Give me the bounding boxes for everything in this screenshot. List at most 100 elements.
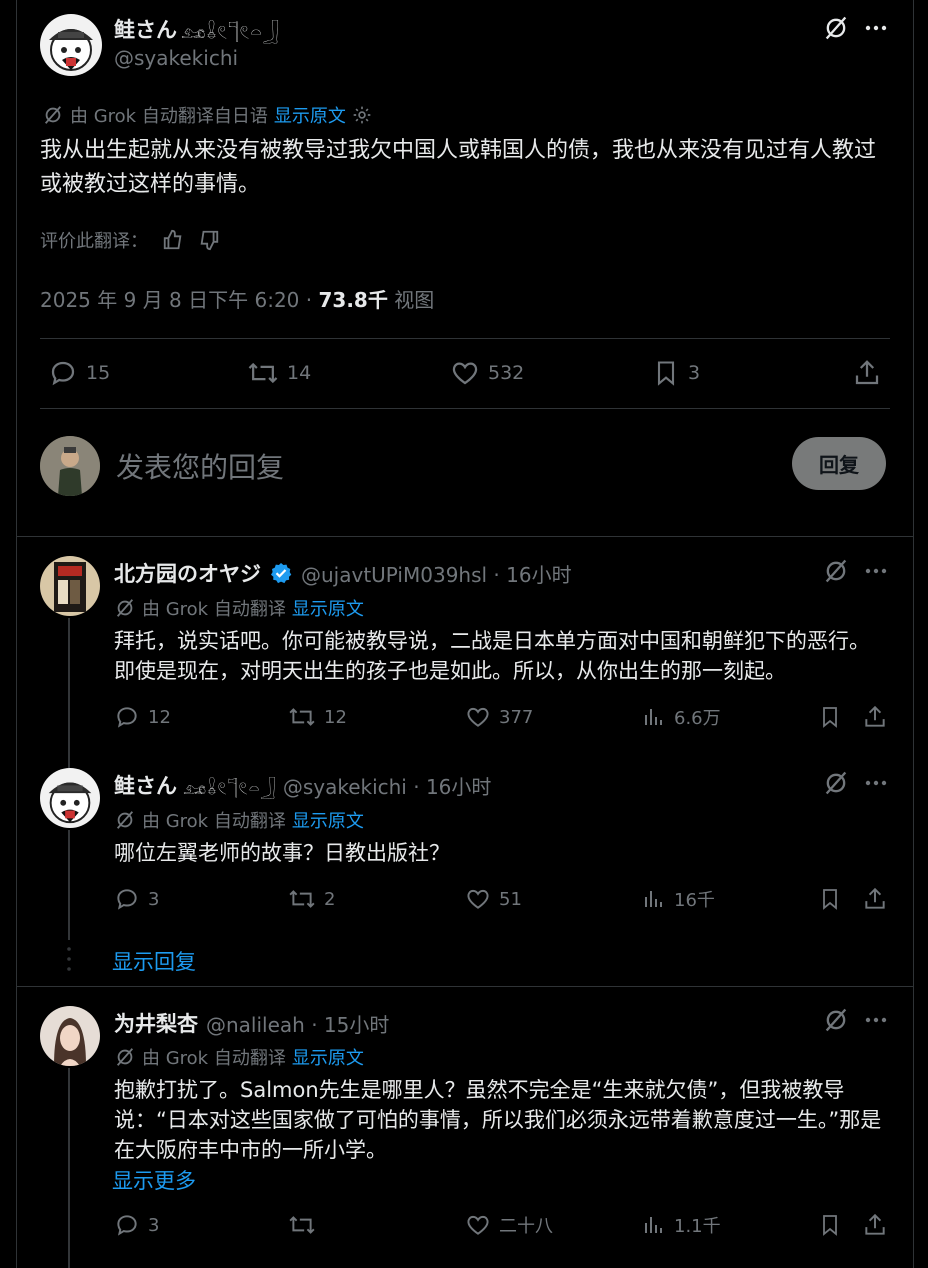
- show-replies-link[interactable]: 显示回复: [112, 946, 196, 976]
- translated-note: 由 Grok 自动翻译自日语: [70, 106, 268, 127]
- thread-line: [68, 1068, 70, 1268]
- heart-icon: [452, 362, 478, 385]
- show-original-link[interactable]: 显示原文: [274, 102, 346, 128]
- thumbs-up-icon[interactable]: [162, 229, 184, 251]
- bookmark-icon: [823, 1215, 837, 1236]
- divider: [16, 986, 914, 987]
- like-count: 二十八: [499, 1216, 553, 1237]
- reply-count: 15: [86, 362, 111, 384]
- show-original-link[interactable]: 显示原文: [292, 1044, 364, 1070]
- reply-text: 哪位左翼老师的故事？日教出版社？: [114, 841, 450, 865]
- view-count: 1.1千: [674, 1216, 721, 1237]
- retweet-button[interactable]: [288, 1212, 324, 1238]
- bookmark-icon: [657, 361, 675, 386]
- like-count: 377: [499, 706, 534, 728]
- share-button[interactable]: [852, 358, 882, 388]
- reply-button[interactable]: 3: [114, 1212, 159, 1238]
- like-button[interactable]: 51: [465, 886, 522, 912]
- share-button[interactable]: [862, 1212, 888, 1238]
- more-icon[interactable]: [864, 1010, 888, 1030]
- share-icon: [865, 887, 885, 909]
- retweet-button[interactable]: 14: [247, 358, 311, 388]
- reply-button[interactable]: 12: [114, 704, 171, 730]
- reply-icon: [117, 1215, 137, 1236]
- author-name-glyphs: 𓃭𓏇𓏲𓊹𓏲𓏏𓃀: [183, 778, 277, 799]
- more-icon[interactable]: [864, 18, 888, 38]
- thread-line: [68, 618, 70, 768]
- reply-input[interactable]: 发表您的回复: [116, 446, 284, 486]
- views-button[interactable]: 1.1千: [642, 1212, 721, 1238]
- bookmark-button[interactable]: 3: [652, 358, 700, 388]
- retweet-button[interactable]: 2: [288, 886, 335, 912]
- grok-icon[interactable]: [822, 557, 850, 585]
- like-button[interactable]: 二十八: [465, 1212, 553, 1238]
- reply-icon: [51, 361, 75, 386]
- gear-icon[interactable]: [352, 105, 372, 125]
- analytics-icon: [645, 709, 662, 725]
- bookmark-button[interactable]: [818, 1212, 842, 1238]
- avatar[interactable]: [40, 556, 100, 616]
- retweet-count: 2: [324, 888, 336, 910]
- show-original-link[interactable]: 显示原文: [292, 807, 364, 833]
- author-handle[interactable]: @syakekichi: [114, 46, 238, 70]
- grok-translate-icon: [116, 811, 134, 829]
- share-icon: [865, 1213, 885, 1235]
- share-button[interactable]: [862, 886, 888, 912]
- reply-text: 拜托，说实话吧。你可能被教导说，二战是日本单方面对中国和朝鲜犯下的恶行。即使是现…: [114, 629, 870, 683]
- views-button[interactable]: 6.6万: [642, 704, 721, 730]
- like-count: 51: [499, 888, 522, 910]
- analytics-icon: [645, 1217, 662, 1233]
- author-handle[interactable]: @ujavtUPiM039hsl · 16小时: [301, 559, 572, 588]
- my-avatar[interactable]: [40, 436, 100, 496]
- reply-submit-label: 回复: [819, 453, 859, 477]
- bookmark-count: 3: [688, 362, 701, 384]
- show-more-link[interactable]: 显示更多: [112, 1165, 196, 1195]
- show-original-link[interactable]: 显示原文: [292, 595, 364, 621]
- avatar[interactable]: [40, 1006, 100, 1066]
- thread-line: [68, 830, 70, 940]
- grok-translate-icon: [116, 1048, 134, 1066]
- views-button[interactable]: 16千: [642, 886, 715, 912]
- avatar[interactable]: [40, 14, 102, 76]
- bookmark-button[interactable]: [818, 886, 842, 912]
- thumbs-down-icon[interactable]: [198, 229, 220, 251]
- grok-translate-icon: [116, 599, 134, 617]
- retweet-button[interactable]: 12: [288, 704, 347, 730]
- retweet-count: 12: [324, 706, 347, 728]
- retweet-icon: [289, 708, 315, 726]
- retweet-icon: [289, 890, 315, 908]
- like-button[interactable]: 377: [465, 704, 533, 730]
- avatar[interactable]: [40, 768, 100, 828]
- grok-icon[interactable]: [822, 1006, 850, 1034]
- more-icon[interactable]: [864, 773, 888, 793]
- thread-dots: [67, 946, 71, 976]
- reply-button[interactable]: 15: [48, 358, 110, 388]
- divider: [16, 536, 914, 537]
- retweet-count: 14: [287, 362, 312, 384]
- view-count: 16千: [674, 890, 715, 911]
- author-handle[interactable]: @nalileah · 15小时: [206, 1009, 389, 1038]
- heart-icon: [467, 707, 489, 727]
- share-button[interactable]: [862, 704, 888, 730]
- bookmark-button[interactable]: [818, 704, 842, 730]
- verified-badge-icon: [271, 563, 292, 584]
- author-name[interactable]: 北方园のオヤジ: [114, 558, 261, 588]
- like-count: 532: [488, 362, 525, 384]
- reply-count: 3: [148, 1214, 160, 1236]
- retweet-icon: [248, 362, 278, 384]
- share-icon: [865, 705, 885, 727]
- view-count: 6.6万: [674, 708, 721, 729]
- reply-submit-button[interactable]: 回复: [792, 437, 886, 490]
- reply-button[interactable]: 3: [114, 886, 159, 912]
- divider: [40, 338, 890, 339]
- post-date[interactable]: 2025 年 9 月 8 日下午 6:20 ·: [40, 288, 318, 312]
- reply-icon: [117, 889, 137, 910]
- author-name[interactable]: 为井梨杏: [114, 1008, 198, 1038]
- author-name[interactable]: 鲑さん: [114, 14, 177, 44]
- like-button[interactable]: 532: [450, 358, 524, 388]
- more-icon[interactable]: [864, 561, 888, 581]
- author-handle[interactable]: @syakekichi · 16小时: [283, 771, 492, 800]
- grok-icon[interactable]: [822, 769, 850, 797]
- grok-icon[interactable]: [822, 14, 850, 42]
- author-name[interactable]: 鲑さん: [114, 770, 177, 800]
